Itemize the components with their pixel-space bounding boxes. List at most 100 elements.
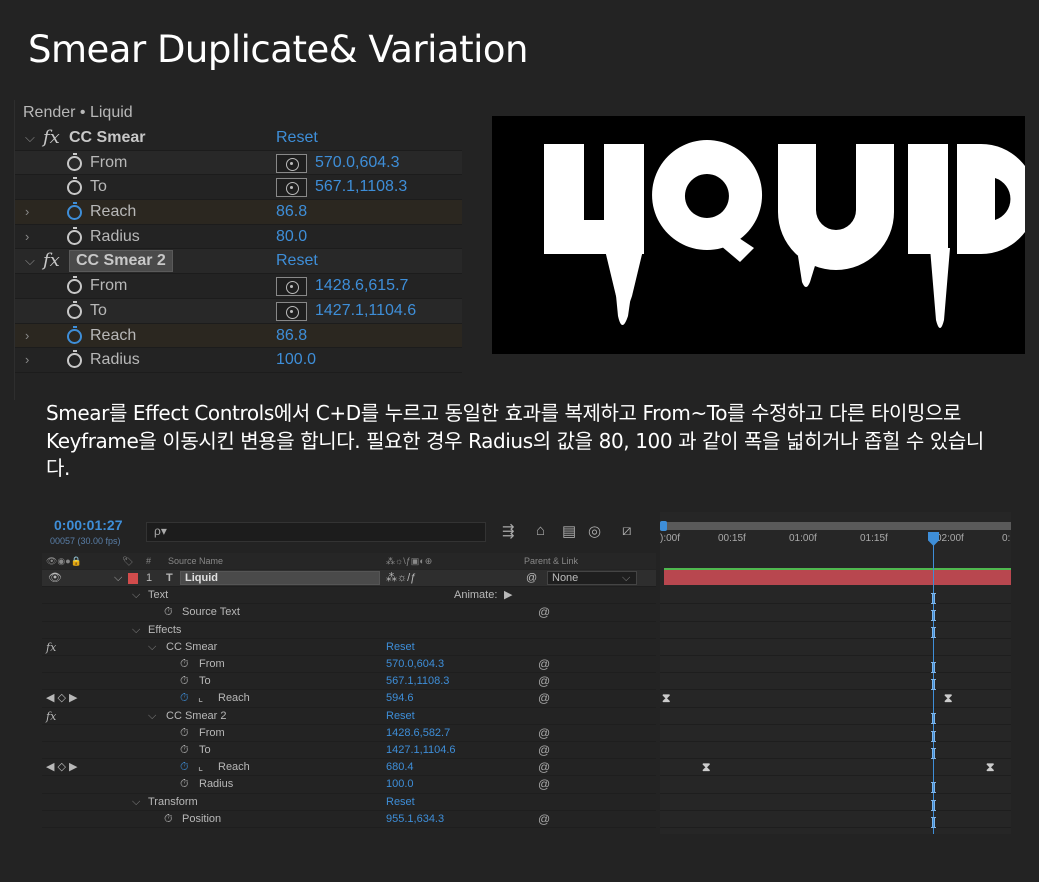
chevron-right-icon[interactable]: ›	[25, 200, 29, 225]
timeline-graph[interactable]: ):00f 00:15f 01:00f 01:15f 02:00f 0: ⧗ ⧗…	[660, 512, 1011, 834]
param-value[interactable]: 86.8	[276, 324, 307, 349]
expression-pickwhip-icon[interactable]: @	[538, 776, 550, 793]
point-picker-icon[interactable]	[276, 277, 307, 297]
expression-pickwhip-icon[interactable]: @	[538, 673, 550, 690]
search-icon[interactable]: ρ▾	[154, 524, 167, 538]
prop-row-from[interactable]: ⏱ From 570.0,604.3 @	[42, 656, 656, 674]
frame-blending-icon[interactable]: ▤	[562, 522, 576, 540]
keyframe-nav-icon[interactable]: ◀ ◇ ▶	[46, 759, 78, 776]
eye-icon[interactable]: 👁	[48, 570, 62, 587]
group-row-text[interactable]: ⌵ Text Animate: ▶	[42, 587, 656, 605]
stopwatch-active-icon[interactable]	[67, 325, 82, 344]
layer-duration-bar[interactable]	[664, 568, 1011, 585]
fx-icon[interactable]: fx	[46, 639, 56, 656]
column-source-name[interactable]: Source Name	[168, 553, 223, 569]
fx-icon[interactable]: fx	[43, 126, 60, 151]
stopwatch-active-icon[interactable]	[67, 202, 82, 221]
chevron-down-icon[interactable]: ⌵	[148, 639, 156, 656]
prop-row-position[interactable]: ⏱ Position 955.1,634.3 @	[42, 811, 656, 828]
prop-value[interactable]: 680.4	[386, 759, 414, 776]
stopwatch-icon[interactable]: ⏱	[164, 811, 173, 828]
chevron-right-icon[interactable]: ›	[25, 324, 29, 349]
expression-pickwhip-icon[interactable]: @	[538, 690, 550, 707]
animate-menu-icon[interactable]: ▶	[504, 587, 512, 604]
column-parent[interactable]: Parent & Link	[524, 553, 578, 569]
prop-value[interactable]: 955.1,634.3	[386, 811, 444, 828]
stopwatch-icon[interactable]: ⏱	[180, 742, 189, 759]
chevron-down-icon[interactable]: ⌵	[132, 794, 140, 811]
stopwatch-icon[interactable]: ⏱	[180, 725, 189, 742]
label-icon[interactable]: 🏷	[122, 553, 133, 569]
graph-icon[interactable]: ⌞	[198, 690, 203, 707]
search-input[interactable]	[146, 522, 486, 542]
prop-row-from[interactable]: ⏱ From 1428.6,582.7 @	[42, 725, 656, 742]
stopwatch-active-icon[interactable]: ⏱	[180, 759, 189, 776]
av-switches-icon[interactable]: 👁◉●🔒	[46, 553, 82, 569]
stopwatch-icon[interactable]: ⏱	[180, 776, 189, 793]
timecode-display[interactable]: 0:00:01:27	[54, 517, 123, 533]
chevron-right-icon[interactable]: ›	[25, 225, 29, 250]
prop-row-reach[interactable]: ◀ ◇ ▶ ⏱ ⌞ Reach 594.6 @	[42, 690, 656, 708]
expression-pickwhip-icon[interactable]: @	[538, 759, 550, 776]
expression-pickwhip-icon[interactable]: @	[538, 604, 550, 621]
expression-pickwhip-icon[interactable]: @	[538, 811, 550, 828]
shy-layers-icon[interactable]: ⌂	[536, 522, 545, 539]
keyframe-icon[interactable]: ⧗	[986, 760, 994, 775]
expression-pickwhip-icon[interactable]: @	[538, 742, 550, 759]
group-row-effects[interactable]: ⌵ Effects	[42, 622, 656, 639]
prop-value[interactable]: 567.1,1108.3	[386, 673, 449, 690]
stopwatch-icon[interactable]: ⏱	[180, 673, 189, 690]
layer-switches-icon[interactable]: ⁂☼/ƒ	[386, 570, 416, 587]
stopwatch-icon[interactable]: ⏱	[164, 604, 173, 621]
stopwatch-active-icon[interactable]: ⏱	[180, 690, 189, 707]
prop-row-reach[interactable]: ◀ ◇ ▶ ⏱ ⌞ Reach 680.4 @	[42, 759, 656, 777]
effect-row-cc-smear[interactable]: fx ⌵ CC Smear Reset	[42, 639, 656, 656]
point-picker-icon[interactable]	[276, 153, 307, 173]
effect-row-cc-smear[interactable]: ⌵ fx CC Smear Reset	[15, 126, 462, 151]
keyframe-nav-icon[interactable]: ◀ ◇ ▶	[46, 690, 78, 707]
stopwatch-icon[interactable]	[67, 226, 82, 245]
chevron-down-icon[interactable]: ⌵	[622, 570, 630, 587]
prop-value[interactable]: 100.0	[386, 776, 414, 793]
param-value[interactable]: 567.1,1108.3	[315, 175, 407, 200]
prop-value[interactable]: 1427.1,1104.6	[386, 742, 456, 759]
chevron-down-icon[interactable]: ⌵	[25, 126, 35, 151]
time-ruler[interactable]: ):00f 00:15f 01:00f 01:15f 02:00f 0:	[660, 530, 1011, 556]
prop-value[interactable]: 594.6	[386, 690, 414, 707]
effect-row-cc-smear-2[interactable]: fx ⌵ CC Smear 2 Reset	[42, 708, 656, 725]
chevron-down-icon[interactable]: ⌵	[148, 708, 156, 725]
param-value[interactable]: 86.8	[276, 200, 307, 225]
reset-button[interactable]: Reset	[276, 249, 318, 274]
param-value[interactable]: 1428.6,615.7	[315, 274, 408, 299]
motion-blur-icon[interactable]: ◎	[588, 522, 601, 540]
reset-button[interactable]: Reset	[386, 708, 415, 725]
param-value[interactable]: 100.0	[276, 348, 316, 373]
prop-value[interactable]: 570.0,604.3	[386, 656, 444, 673]
prop-row-source-text[interactable]: ⏱ Source Text @	[42, 604, 656, 622]
prop-row-radius[interactable]: ⏱ Radius 100.0 @	[42, 776, 656, 794]
graph-editor-icon[interactable]: ⧄	[622, 522, 632, 539]
chevron-down-icon[interactable]: ⌵	[25, 249, 35, 274]
stopwatch-icon[interactable]	[67, 300, 82, 319]
keyframe-icon[interactable]: ⧗	[702, 760, 710, 775]
chevron-right-icon[interactable]: ›	[25, 348, 29, 373]
reset-button[interactable]: Reset	[276, 126, 318, 151]
stopwatch-icon[interactable]: ⏱	[180, 656, 189, 673]
expression-pickwhip-icon[interactable]: @	[538, 725, 550, 742]
layer-label-color[interactable]	[128, 573, 138, 584]
param-value[interactable]: 1427.1,1104.6	[315, 299, 416, 324]
effect-row-cc-smear-2[interactable]: ⌵ fx CC Smear 2 Reset	[15, 249, 462, 275]
prop-row-to[interactable]: ⏱ To 567.1,1108.3 @	[42, 673, 656, 691]
chevron-down-icon[interactable]: ⌵	[114, 570, 122, 587]
layer-row-liquid[interactable]: 👁 ⌵ 1 T Liquid ⁂☼/ƒ @ None ⌵	[42, 570, 656, 588]
graph-icon[interactable]: ⌞	[198, 759, 203, 776]
stopwatch-icon[interactable]	[67, 152, 82, 171]
prop-row-to[interactable]: ⏱ To 1427.1,1104.6 @	[42, 742, 656, 760]
expression-pickwhip-icon[interactable]: @	[538, 656, 550, 673]
work-area-bar[interactable]	[660, 522, 1011, 530]
keyframe-icon[interactable]: ⧗	[662, 691, 670, 706]
reset-button[interactable]: Reset	[386, 794, 415, 811]
pickwhip-icon[interactable]: @	[526, 570, 537, 587]
stopwatch-icon[interactable]	[67, 177, 82, 196]
reset-button[interactable]: Reset	[386, 639, 415, 656]
